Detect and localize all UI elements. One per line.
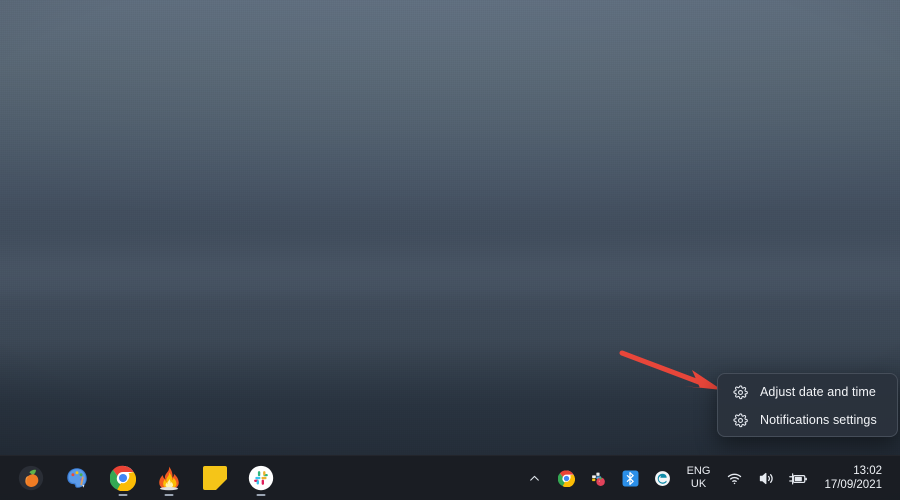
show-hidden-icons-button[interactable]: [519, 459, 551, 497]
clock-time: 13:02: [853, 465, 882, 477]
flame-icon: [159, 466, 179, 491]
taskbar[interactable]: ENG UK 13:02 17/09/2021: [0, 455, 900, 500]
language-secondary: UK: [690, 478, 707, 490]
taskbar-app-slack[interactable]: [244, 461, 278, 496]
taskbar-app-flame-app[interactable]: [152, 461, 186, 496]
tray-icon-colorful-app[interactable]: [583, 459, 615, 497]
battery-button[interactable]: [782, 459, 814, 497]
chevron-up-icon: [524, 467, 546, 489]
wifi-icon: [723, 467, 745, 489]
menu-item-adjust-date-and-time[interactable]: Adjust date and time: [720, 378, 895, 406]
paint-icon: [67, 468, 87, 488]
language-indicator[interactable]: ENG UK: [679, 459, 719, 497]
volume-icon: [755, 467, 777, 489]
taskbar-clock[interactable]: 13:02 17/09/2021: [814, 459, 890, 497]
edge-legacy-icon: [652, 467, 674, 489]
taskbar-app-google-chrome[interactable]: [106, 461, 140, 496]
taskbar-app-list: [0, 461, 278, 496]
gear-icon: [730, 410, 750, 430]
running-indicator: [164, 493, 174, 496]
menu-item-label: Adjust date and time: [760, 385, 876, 399]
chrome-tray-icon: [556, 467, 578, 489]
slack-icon: [248, 465, 274, 491]
fl-studio-icon: [18, 465, 44, 491]
menu-item-label: Notifications settings: [760, 413, 877, 427]
red-pointer-arrow: [619, 350, 722, 390]
taskbar-app-fl-studio[interactable]: [14, 461, 48, 495]
clock-context-menu[interactable]: Adjust date and time Notifications setti…: [717, 373, 898, 437]
tray-icon-bluetooth[interactable]: [615, 459, 647, 497]
chrome-icon: [110, 465, 136, 491]
clock-date: 17/09/2021: [824, 479, 882, 491]
language-primary: ENG: [686, 465, 711, 477]
battery-charging-icon: [787, 467, 809, 489]
taskbar-app-paint[interactable]: [60, 461, 94, 495]
network-button[interactable]: [718, 459, 750, 497]
gear-icon: [730, 382, 750, 402]
menu-item-notifications-settings[interactable]: Notifications settings: [720, 406, 895, 434]
taskbar-app-sticky-notes[interactable]: [198, 461, 232, 495]
running-indicator: [118, 493, 128, 496]
running-indicator: [256, 493, 266, 496]
desktop[interactable]: Adjust date and time Notifications setti…: [0, 0, 900, 500]
bluetooth-icon: [620, 467, 642, 489]
sticky-note-icon: [203, 466, 227, 490]
volume-button[interactable]: [750, 459, 782, 497]
tray-icon-chrome[interactable]: [551, 459, 583, 497]
system-tray: ENG UK 13:02 17/09/2021: [519, 459, 900, 497]
colorful-tray-icon: [588, 467, 610, 489]
tray-icon-edge-legacy[interactable]: [647, 459, 679, 497]
